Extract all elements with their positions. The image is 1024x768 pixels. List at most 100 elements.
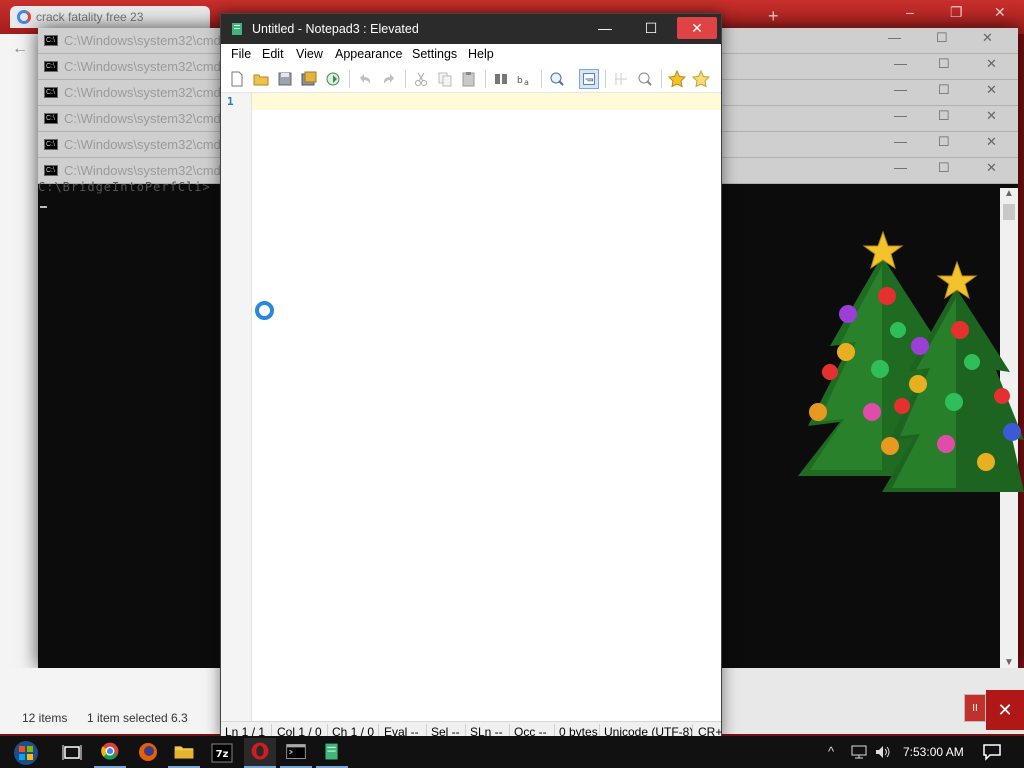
menu-settings[interactable]: Settings (412, 47, 457, 61)
show-hidden-icons-icon[interactable]: ^ (828, 744, 834, 759)
close-icon[interactable]: ✕ (994, 4, 1006, 21)
scroll-thumb[interactable] (1003, 204, 1015, 220)
minimize-icon[interactable]: – (906, 4, 914, 20)
revert-icon[interactable] (323, 69, 343, 89)
toolbar-separator (661, 70, 662, 88)
zoom-icon[interactable] (547, 69, 567, 89)
chrome-icon[interactable] (94, 738, 126, 768)
scroll-up-icon[interactable]: ▲ (1004, 188, 1014, 199)
notepad3-icon (232, 23, 242, 35)
cmd-cursor (40, 206, 47, 208)
back-arrow-icon[interactable]: ← (12, 40, 28, 58)
toolbar-separator (349, 70, 350, 88)
editor-text-area[interactable] (252, 110, 721, 721)
cmd-prompt: C:\BridgeIntoPerfCli> (38, 180, 211, 194)
new-file-icon[interactable] (227, 69, 247, 89)
cmd-icon: C:\ (44, 87, 58, 98)
minimize-icon[interactable]: — (894, 108, 907, 123)
christmas-trees-decoration (798, 230, 1024, 492)
close-icon[interactable]: ✕ (986, 134, 997, 150)
open-folder-icon[interactable] (251, 69, 271, 89)
network-icon[interactable] (850, 744, 868, 760)
loading-spinner-icon (255, 301, 274, 320)
minimize-icon[interactable]: — (894, 134, 907, 149)
menu-appearance[interactable]: Appearance (335, 47, 402, 61)
redo-icon[interactable] (379, 69, 399, 89)
new-tab-icon[interactable]: + (768, 6, 779, 27)
minimize-icon[interactable]: — (894, 82, 907, 97)
cut-icon[interactable] (411, 69, 431, 89)
replace-icon[interactable]: ba (515, 69, 535, 89)
cmd-title: C:\Windows\system32\cmd.exe (64, 137, 246, 152)
close-icon[interactable]: ✕ (986, 56, 997, 72)
find-icon[interactable] (491, 69, 511, 89)
save-as-icon[interactable] (299, 69, 319, 89)
current-line-highlight[interactable] (252, 93, 721, 110)
window-title: Untitled - Notepad3 : Elevated (252, 22, 419, 36)
notepad3-icon[interactable] (316, 738, 348, 768)
cmd-title: C:\Windows\system32\cmd.exe (64, 163, 246, 178)
maximize-button[interactable]: ☐ (631, 17, 671, 39)
maximize-icon[interactable]: ☐ (938, 108, 950, 124)
minimize-icon[interactable]: — (894, 160, 907, 175)
pause-icon[interactable]: II (964, 694, 986, 722)
close-icon[interactable]: ✕ (986, 690, 1024, 730)
menu-file[interactable]: File (231, 47, 251, 61)
cmd-icon: C:\ (44, 35, 58, 46)
minimize-button[interactable]: — (585, 17, 625, 39)
menu-edit[interactable]: Edit (262, 47, 284, 61)
maximize-icon[interactable]: ☐ (938, 56, 950, 72)
task-view-icon[interactable] (56, 738, 88, 768)
explorer-selection: 1 item selected 6.3 (87, 711, 188, 725)
explorer-item-count: 12 items (22, 711, 68, 725)
browser-tab[interactable]: crack fatality free 23 (10, 6, 210, 28)
undo-icon[interactable] (355, 69, 375, 89)
action-center-icon[interactable] (982, 743, 1002, 761)
7zip-label: 7z (216, 749, 229, 760)
copy-icon[interactable] (435, 69, 455, 89)
restore-icon[interactable]: ❐ (950, 4, 963, 21)
close-icon[interactable]: ✕ (986, 160, 997, 176)
toolbar-separator (485, 70, 486, 88)
file-explorer-icon[interactable] (168, 738, 200, 768)
system-clock[interactable]: 7:53:00 AM (903, 745, 964, 759)
close-icon[interactable]: ✕ (986, 108, 997, 124)
taskbar: 7z ^ 7:53:00 AM (0, 736, 1024, 768)
toolbar-separator (605, 70, 606, 88)
close-icon[interactable]: ✕ (982, 30, 993, 46)
svg-text:b: b (517, 76, 523, 86)
cmd-icon: C:\ (44, 139, 58, 150)
maximize-icon[interactable]: ☐ (938, 134, 950, 150)
svg-text:a: a (524, 78, 529, 87)
menu-help[interactable]: Help (468, 47, 494, 61)
zoom-in-icon[interactable] (635, 69, 655, 89)
save-icon[interactable] (275, 69, 295, 89)
maximize-icon[interactable]: ☐ (938, 160, 950, 176)
start-button-icon[interactable] (6, 738, 46, 768)
7zip-icon[interactable]: 7z (206, 738, 238, 768)
cmd-icon: C:\ (44, 61, 58, 72)
minimize-icon[interactable]: — (888, 30, 901, 45)
cmd-title: C:\Windows\system32\cmd.exe (64, 85, 246, 100)
menu-view[interactable]: View (296, 47, 323, 61)
add-favorite-icon[interactable] (691, 69, 711, 89)
firefox-icon[interactable] (132, 738, 164, 768)
volume-icon[interactable] (874, 744, 892, 760)
browser-tab-title: crack fatality free 23 (36, 10, 144, 24)
opera-icon[interactable] (244, 738, 276, 768)
close-icon[interactable]: ✕ (986, 82, 997, 98)
scroll-down-icon[interactable]: ▼ (1004, 657, 1014, 668)
column-icon[interactable] (611, 69, 631, 89)
favorite-icon[interactable] (667, 69, 687, 89)
word-wrap-icon[interactable] (579, 69, 599, 89)
cmd-icon[interactable] (280, 738, 312, 768)
close-button[interactable]: ✕ (677, 17, 717, 39)
paste-icon[interactable] (459, 69, 479, 89)
minimize-icon[interactable]: — (894, 56, 907, 71)
toolbar: ba (221, 65, 721, 93)
notepad3-titlebar[interactable]: Untitled - Notepad3 : Elevated — ☐ ✕ (221, 14, 721, 44)
maximize-icon[interactable]: ☐ (938, 82, 950, 98)
notepad3-window[interactable]: Untitled - Notepad3 : Elevated — ☐ ✕ Fil… (220, 13, 722, 741)
cmd-icon: C:\ (44, 165, 58, 176)
maximize-icon[interactable]: ☐ (936, 30, 948, 46)
